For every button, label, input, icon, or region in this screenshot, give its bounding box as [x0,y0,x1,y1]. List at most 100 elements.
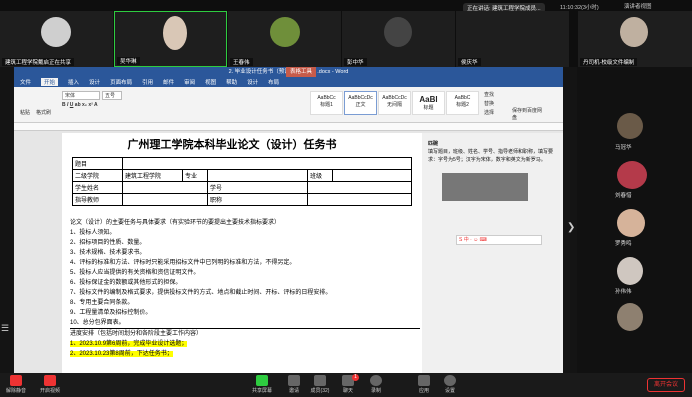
font-format-buttons[interactable]: B I U ab x₂ x² A [62,102,98,108]
invite-button[interactable]: 邀请 [282,375,306,394]
replace-button[interactable]: 替换 [484,100,494,107]
style-heading1[interactable]: AaBbCc 标题1 [310,91,343,115]
class-cell[interactable] [332,169,412,182]
participant-name: 王春伟 [230,58,253,66]
avatar [617,209,645,237]
comment-card[interactable]: 匹碗 填写题目，班级、姓名、学号、指导老师和职称，填写要求：字号为5号；汉字为宋… [428,140,558,164]
participant-tile[interactable] [577,299,692,343]
camera-off-icon [44,375,56,386]
topic-cell[interactable] [122,157,412,170]
leave-meeting-button[interactable]: 离开会议 [647,378,685,392]
comment-text: 填写题目，班级、姓名、学号、指导老师和职称，填写要求：字号为5号；汉字为宋体，数… [428,149,554,163]
avatar [41,17,71,47]
avatar [617,303,643,331]
unmute-button[interactable]: 解除静音 [4,375,28,394]
menu-icon[interactable]: ☰ [1,323,9,334]
student-id-label: 学号 [207,181,308,194]
avatar [617,257,643,285]
tab-layout[interactable]: 页面布局 [110,78,132,86]
tab-references[interactable]: 引用 [142,78,153,86]
apps-button[interactable]: 应用 [412,375,436,394]
participant-name: 侯庆华 [458,58,481,66]
save-to-cloud-button[interactable]: 保存到百度网盘 [512,107,546,121]
font-name-select[interactable]: 宋体 [62,91,100,100]
share-screen-button[interactable]: 共享屏幕 [250,375,274,394]
shared-screen-word: 2. 毕业设计任务书（预设文件编制）.docx - Word 表格工具 文件 开… [14,67,563,373]
tab-insert[interactable]: 插入 [68,78,79,86]
avatar [384,17,412,47]
requirement-item: 7、投标文件的编制及格式要求，提供投标文件的方式、地点和截止时间、开标、评标的日… [70,290,332,296]
participant-tile[interactable]: 王春伟 [228,11,341,67]
participant-name: 罗秀鸣 [615,241,632,247]
members-button[interactable]: 成员(32) [308,375,332,394]
tab-help[interactable]: 帮助 [226,78,237,86]
tab-design[interactable]: 设计 [89,78,100,86]
unmute-label: 解除静音 [5,388,26,394]
comment-author: 匹碗 [428,141,439,147]
participant-tile[interactable]: 吴华琳 [114,11,227,67]
tab-view[interactable]: 视图 [205,78,216,86]
font-size-select[interactable]: 五号 [102,91,122,100]
requirements-section: 论文（设计）的主要任务与具体要求（有实验环节的要提出主要技术指标要求） 1、投标… [70,218,420,359]
members-icon [314,375,326,386]
participant-tile[interactable]: 孙伟伟 [577,253,692,297]
document-page[interactable]: 广州理工学院本科毕业论文（设计）任务书 题目 二级学院 建筑工程学院 专业 班级… [62,133,422,373]
participant-tile[interactable]: 彭中华 [342,11,455,67]
settings-button[interactable]: 设置 [438,375,462,394]
select-button[interactable]: 选择 [484,109,494,116]
gear-icon [444,375,456,386]
participant-tile[interactable]: 建筑工程学院戴启正在共享 [0,11,113,67]
participant-tile[interactable]: 丹司机-校级文件编制 [578,11,692,67]
student-id-cell[interactable] [307,181,412,194]
style-normal[interactable]: AaBbCcDc 正文 [344,91,377,115]
participant-name: 孙伟伟 [615,289,632,295]
tab-table-layout[interactable]: 布局 [268,78,279,86]
schedule-item: 2、2023.10.23第8周前，下达任务书； [70,349,420,359]
advisor-cell[interactable] [122,193,208,206]
apps-label: 应用 [418,388,429,394]
participant-name: 马冠华 [615,145,632,151]
tab-home[interactable]: 开始 [41,78,59,86]
student-cell[interactable] [122,181,208,194]
participant-name: 吴华琳 [117,57,140,65]
word-titlebar: 2. 毕业设计任务书（预设文件编制）.docx - Word 表格工具 [14,67,563,77]
ruler [14,123,563,131]
table-tools-label: 表格工具 [286,67,317,77]
tab-file[interactable]: 文件 [20,78,31,86]
avatar [617,113,643,139]
format-painter-button[interactable]: 格式刷 [36,109,51,116]
style-title[interactable]: AaBl 标题 [412,91,445,115]
participant-tile[interactable]: 刘春惜 [577,157,692,201]
title-cell[interactable] [307,193,412,206]
participant-tile[interactable]: 侯庆华 [456,11,569,67]
topic-label: 题目 [72,157,123,170]
participant-name: 建筑工程学院戴启正在共享 [2,58,75,66]
college-value[interactable]: 建筑工程学院 [122,169,183,182]
tab-table-design[interactable]: 设计 [247,78,258,86]
record-label: 录制 [370,388,381,394]
find-button[interactable]: 查找 [484,91,494,98]
speaker-view-button[interactable]: 演讲者视图 [624,2,652,10]
invite-label: 邀请 [288,388,299,394]
requirement-item: 10、总分包界面表。 [70,320,125,326]
tab-mailings[interactable]: 邮件 [163,78,174,86]
record-button[interactable]: 录制 [364,375,388,394]
style-heading2[interactable]: AaBbC 标题2 [446,91,479,115]
style-name: 无间隔 [386,102,402,108]
title-label: 职称 [207,193,308,206]
style-no-spacing[interactable]: AaBbCcDc 无间隔 [378,91,411,115]
requirement-item: 3、技术规格、技术要求书。 [70,250,146,256]
participant-tile[interactable]: 马冠华 [577,109,692,153]
chevron-right-icon[interactable]: ❯ [567,222,575,233]
participant-tile[interactable]: 罗秀鸣 [577,205,692,249]
avatar [163,16,187,50]
style-name: 正文 [355,102,366,108]
microphone-muted-icon [10,375,22,386]
major-cell[interactable] [207,169,308,182]
ribbon-tabs: 文件 开始 插入 设计 页面布局 引用 邮件 审阅 视图 帮助 设计 布局 [14,77,563,87]
start-video-button[interactable]: 开启视频 [38,375,62,394]
paste-button[interactable]: 粘贴 [20,109,30,116]
requirement-item: 9、工程量清单及招标控制价。 [70,310,152,316]
requirements-heading: 论文（设计）的主要任务与具体要求（有实验环节的要提出主要技术指标要求） [70,220,281,226]
tab-review[interactable]: 审阅 [184,78,195,86]
